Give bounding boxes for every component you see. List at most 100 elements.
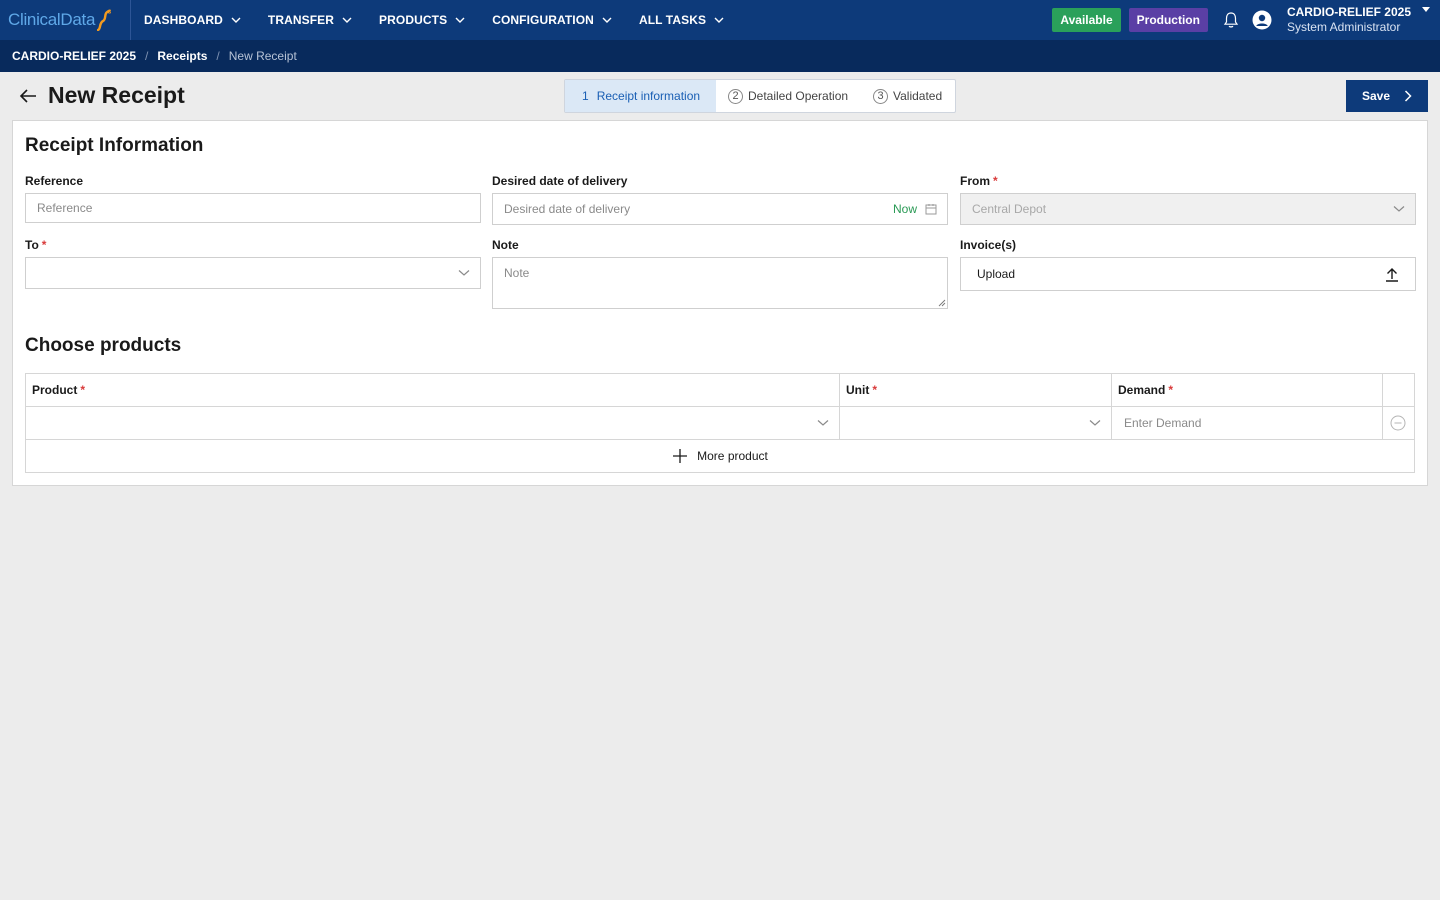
to-label-text: To <box>25 238 39 252</box>
breadcrumb-separator: / <box>216 49 220 63</box>
from-label-text: From <box>960 174 990 188</box>
page-header: New Receipt 1 Receipt information 2 Deta… <box>0 72 1440 120</box>
column-header-product: Product * <box>26 374 840 406</box>
reference-input[interactable]: Reference <box>25 193 481 223</box>
step-label: Detailed Operation <box>748 89 849 103</box>
calendar-icon[interactable] <box>925 203 937 215</box>
current-study: CARDIO-RELIEF 2025 <box>1286 5 1411 19</box>
save-label: Save <box>1362 89 1391 103</box>
unit-select[interactable] <box>840 407 1112 439</box>
breadcrumb-study[interactable]: CARDIO-RELIEF 2025 <box>12 49 136 63</box>
required-marker: * <box>993 174 998 188</box>
step-number: 1 <box>582 89 589 103</box>
desired-date-placeholder: Desired date of delivery <box>504 202 631 216</box>
desired-date-input[interactable]: Desired date of delivery Now <box>492 193 948 225</box>
chevron-down-icon <box>458 270 470 276</box>
user-role: System Administrator <box>1286 20 1401 34</box>
bell-icon[interactable] <box>1222 11 1240 29</box>
chevron-down-icon <box>714 17 724 23</box>
breadcrumb-receipts[interactable]: Receipts <box>157 49 207 63</box>
column-header-actions <box>1383 374 1414 406</box>
nav-configuration[interactable]: CONFIGURATION <box>492 0 612 40</box>
nav-dashboard[interactable]: DASHBOARD <box>144 0 241 40</box>
required-marker: * <box>872 383 877 397</box>
chevron-down-icon <box>342 17 352 23</box>
note-placeholder: Note <box>504 266 530 280</box>
step-receipt-information[interactable]: 1 Receipt information <box>565 80 716 112</box>
from-label: From * <box>960 174 998 188</box>
column-header-demand: Demand * <box>1112 374 1383 406</box>
step-number: 2 <box>728 88 743 104</box>
available-badge: Available <box>1052 8 1121 32</box>
receipt-info-heading: Receipt Information <box>25 135 204 156</box>
column-label: Unit <box>846 383 870 397</box>
user-avatar-icon[interactable] <box>1252 10 1272 30</box>
chevron-down-icon <box>1089 420 1101 426</box>
breadcrumb: CARDIO-RELIEF 2025 / Receipts / New Rece… <box>0 40 1440 72</box>
required-marker: * <box>80 383 86 397</box>
required-marker: * <box>1168 383 1174 397</box>
add-product-button[interactable]: More product <box>26 440 1414 472</box>
nav-products[interactable]: PRODUCTS <box>379 0 465 40</box>
step-validated[interactable]: 3 Validated <box>861 80 955 112</box>
page-title: New Receipt <box>48 82 185 108</box>
now-link[interactable]: Now <box>893 202 917 216</box>
column-label: Product <box>32 383 78 397</box>
top-nav: ClinicalData DASHBOARD TRANSFER PRODUCTS… <box>0 0 1440 40</box>
nav-dashboard-label: DASHBOARD <box>144 13 223 27</box>
step-label: Receipt information <box>596 89 701 103</box>
column-label: Demand <box>1118 383 1166 397</box>
caret-down-icon[interactable] <box>1422 7 1430 13</box>
chevron-down-icon <box>817 420 829 426</box>
products-table: Product * Unit * Demand * Enter Demand M… <box>25 373 1415 473</box>
logo-text: ClinicalData <box>8 10 96 29</box>
resize-grip-icon[interactable] <box>938 299 946 307</box>
nav-right: Available Production CARDIO-RELIEF 2025 … <box>1052 0 1440 40</box>
remove-circle-icon <box>1390 415 1406 431</box>
nav-all-tasks-label: ALL TASKS <box>638 13 707 27</box>
production-badge: Production <box>1128 8 1208 32</box>
logo[interactable]: ClinicalData <box>0 0 131 40</box>
choose-products-heading: Choose products <box>25 335 182 356</box>
note-textarea[interactable]: Note <box>492 257 948 309</box>
main-menu: DASHBOARD TRANSFER PRODUCTS CONFIGURATIO… <box>144 0 751 40</box>
nav-products-label: PRODUCTS <box>379 13 448 27</box>
upload-label: Upload <box>977 267 1016 281</box>
demand-input[interactable]: Enter Demand <box>1112 407 1383 439</box>
logo-mark-icon <box>97 9 112 31</box>
reference-label: Reference <box>25 174 84 188</box>
back-arrow-icon[interactable] <box>18 87 38 105</box>
nav-transfer[interactable]: TRANSFER <box>268 0 352 40</box>
note-label: Note <box>492 238 519 252</box>
nav-all-tasks[interactable]: ALL TASKS <box>639 0 724 40</box>
table-row: Enter Demand <box>26 407 1414 440</box>
from-select: Central Depot <box>960 193 1416 225</box>
plus-icon <box>673 449 688 463</box>
to-select[interactable] <box>25 257 481 289</box>
table-header-row: Product * Unit * Demand * <box>26 374 1414 407</box>
chevron-down-icon <box>455 17 465 23</box>
from-value: Central Depot <box>972 202 1047 216</box>
receipt-form-card: Receipt Information Reference Reference … <box>12 120 1428 486</box>
upload-icon <box>1386 268 1398 282</box>
remove-row-button[interactable] <box>1383 407 1414 439</box>
nav-configuration-label: CONFIGURATION <box>492 13 594 27</box>
upload-button[interactable]: Upload <box>960 257 1416 291</box>
to-label: To * <box>25 238 46 252</box>
reference-placeholder: Reference <box>37 201 93 215</box>
step-detailed-operation[interactable]: 2 Detailed Operation <box>716 80 861 112</box>
required-marker: * <box>41 238 47 252</box>
add-product-label: More product <box>697 449 768 463</box>
breadcrumb-current: New Receipt <box>228 49 297 63</box>
chevron-down-icon <box>1393 206 1405 212</box>
progress-stepper: 1 Receipt information 2 Detailed Operati… <box>564 79 956 113</box>
invoices-label: Invoice(s) <box>960 238 1017 252</box>
save-button[interactable]: Save <box>1346 80 1428 112</box>
product-select[interactable] <box>26 407 840 439</box>
user-menu[interactable]: CARDIO-RELIEF 2025 System Administrator <box>1287 5 1411 35</box>
step-label: Validated <box>893 89 943 103</box>
chevron-right-icon <box>1405 90 1412 102</box>
breadcrumb-separator: / <box>145 49 149 63</box>
desired-date-label: Desired date of delivery <box>492 174 628 188</box>
chevron-down-icon <box>602 17 612 23</box>
